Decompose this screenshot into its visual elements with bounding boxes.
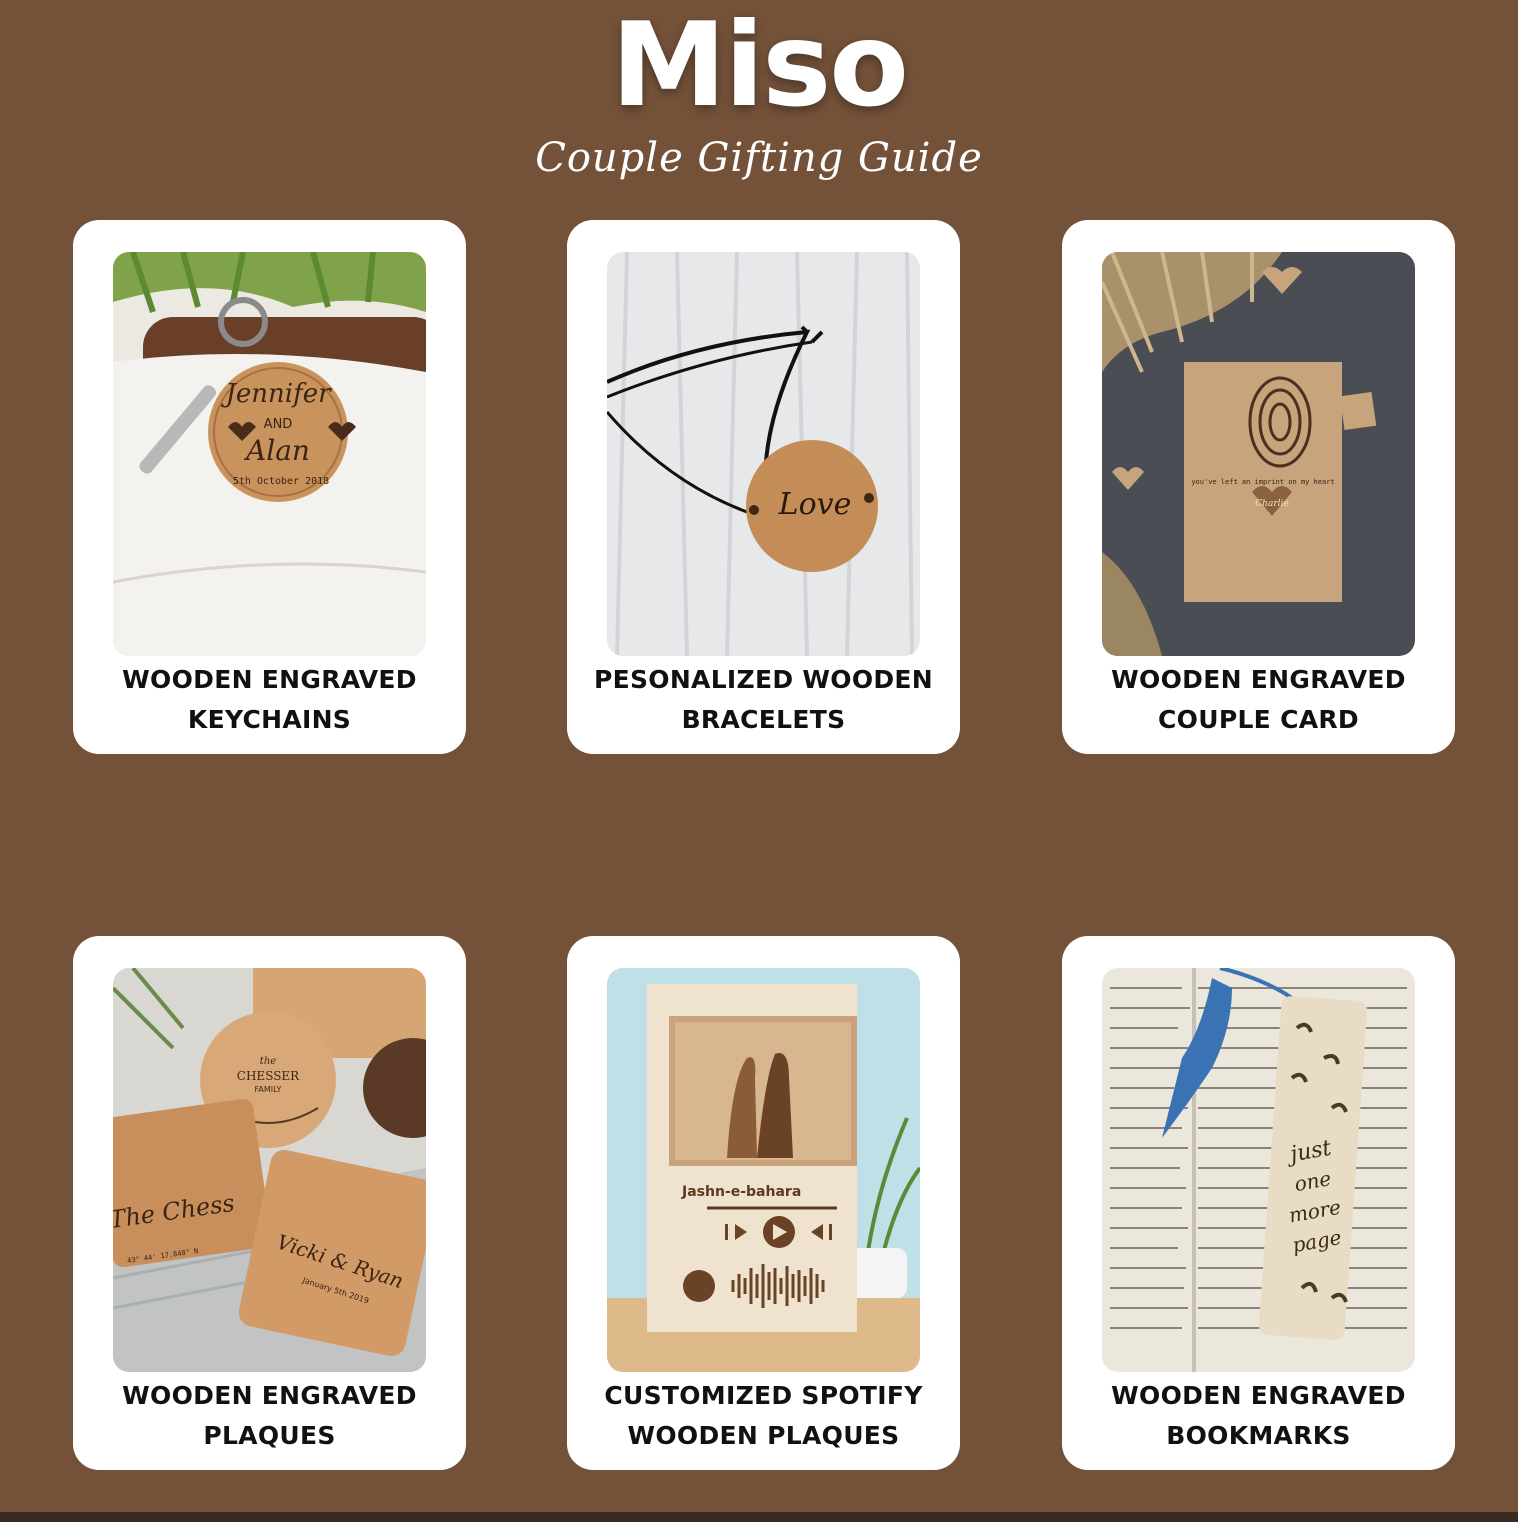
caption-line1: WOODEN ENGRAVED	[1111, 1381, 1406, 1410]
bracelet-photo: Love	[607, 252, 920, 656]
caption-line2: KEYCHAINS	[187, 705, 352, 734]
brand-subtitle: Couple Gifting Guide	[535, 135, 983, 181]
plaque-family: CHESSER	[237, 1069, 300, 1083]
caption-line2: BOOKMARKS	[1166, 1421, 1351, 1450]
couple-card-message: you've left an imprint on my heart	[1191, 478, 1334, 486]
keychain-conj: AND	[264, 417, 293, 432]
product-card-keychains[interactable]: Jennifer AND Alan 5th October 2018 WOODE…	[73, 220, 466, 754]
caption-line2: WOODEN PLAQUES	[627, 1421, 900, 1450]
caption-line1: PESONALIZED WOODEN	[593, 665, 934, 694]
couple-card-name: Charlie	[1255, 499, 1288, 509]
keychain-name2: Alan	[243, 434, 310, 467]
caption-line2: BRACELETS	[681, 705, 846, 734]
spotify-plaque-photo: Jashn-e-bahara	[607, 968, 920, 1372]
caption-line1: WOODEN ENGRAVED	[122, 1381, 417, 1410]
brand-title: Miso	[611, 0, 909, 133]
caption-line1: CUSTOMIZED SPOTIFY	[604, 1381, 923, 1410]
couple-card-photo: you've left an imprint on my heart Charl…	[1102, 252, 1415, 656]
caption-line2: PLAQUES	[203, 1421, 336, 1450]
plaque-family2: FAMILY	[255, 1085, 282, 1094]
card-caption: WOODEN ENGRAVED KEYCHAINS	[83, 660, 456, 740]
bookmark-photo: just one more page	[1102, 968, 1415, 1372]
product-card-couple-card[interactable]: you've left an imprint on my heart Charl…	[1062, 220, 1455, 754]
plaque-small: the	[260, 1056, 276, 1067]
card-caption: WOODEN ENGRAVED BOOKMARKS	[1072, 1376, 1445, 1456]
card-caption: CUSTOMIZED SPOTIFY WOODEN PLAQUES	[577, 1376, 950, 1456]
bracelet-word: Love	[778, 487, 852, 522]
product-card-plaques[interactable]: the CHESSER FAMILY The Chess 43° 44' 17.…	[73, 936, 466, 1470]
keychain-photo: Jennifer AND Alan 5th October 2018	[113, 252, 426, 656]
caption-line1: WOODEN ENGRAVED	[122, 665, 417, 694]
card-caption: WOODEN ENGRAVED COUPLE CARD	[1072, 660, 1445, 740]
card-caption: WOODEN ENGRAVED PLAQUES	[83, 1376, 456, 1456]
plaques-photo: the CHESSER FAMILY The Chess 43° 44' 17.…	[113, 968, 426, 1372]
product-card-bookmarks[interactable]: just one more page WOODEN ENGRAVED BOOKM…	[1062, 936, 1455, 1470]
keychain-date: 5th October 2018	[233, 476, 329, 487]
keychain-name1: Jennifer	[220, 379, 332, 409]
bottom-strip	[0, 1512, 1518, 1522]
caption-line2: COUPLE CARD	[1158, 705, 1359, 734]
spotify-song: Jashn-e-bahara	[681, 1184, 801, 1200]
product-card-bracelets[interactable]: Love PESONALIZED WOODEN BRACELETS	[567, 220, 960, 754]
product-card-spotify-plaques[interactable]: Jashn-e-bahara CUSTOMIZED SPOTIFY WOODEN…	[567, 936, 960, 1470]
card-caption: PESONALIZED WOODEN BRACELETS	[577, 660, 950, 740]
caption-line1: WOODEN ENGRAVED	[1111, 665, 1406, 694]
